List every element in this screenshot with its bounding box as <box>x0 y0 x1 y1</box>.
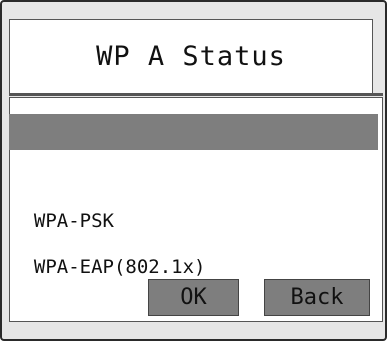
option-wpa-eap[interactable]: WPA-EAP(802.1x) <box>9 213 378 278</box>
option-wpa-psk[interactable]: WPA-PSK <box>9 167 378 232</box>
option-label: WPA-EAP(802.1x) <box>33 256 206 278</box>
ok-button[interactable]: OK <box>148 279 239 316</box>
back-button[interactable]: Back <box>264 279 370 316</box>
title-bar: WP A Status <box>9 19 373 93</box>
page-title: WP A Status <box>96 41 286 72</box>
option-disable[interactable]: Disable × <box>9 114 378 179</box>
title-divider <box>9 93 383 96</box>
